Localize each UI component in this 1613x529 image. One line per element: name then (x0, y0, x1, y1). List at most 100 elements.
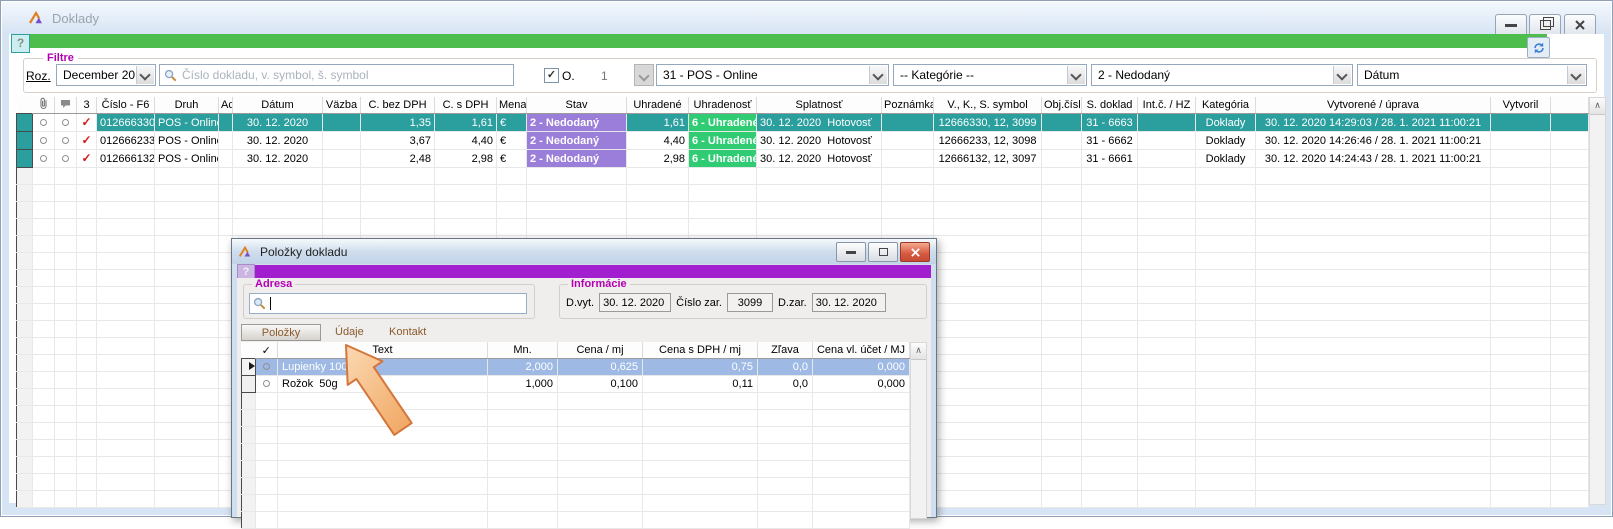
col-cena[interactable]: Cena / mj (558, 342, 643, 359)
cell-druh: POS - Online (155, 132, 219, 150)
scroll-up-button[interactable]: ∧ (1590, 98, 1605, 115)
status-dropdown-button[interactable] (1333, 66, 1351, 84)
col-cena-dph[interactable]: Cena s DPH / mj (643, 342, 758, 359)
d-vyt-label: D.vyt. (566, 297, 594, 309)
col-text[interactable]: Text (278, 342, 488, 359)
cislo-zar-field[interactable]: 3099 (727, 293, 773, 312)
col-druh[interactable]: Druh (155, 97, 219, 114)
table-row[interactable]: ✓ 012666132 POS - Online 30. 12. 2020 2,… (17, 150, 1589, 168)
item-row-selected[interactable]: Lupienky 100g 2,000 0,625 0,75 0,0 0,000 (242, 359, 910, 376)
cell-uhradene: 1,61 (627, 114, 689, 132)
items-check-header[interactable]: ✓ (256, 342, 278, 359)
cell-cislo: 012666132 (97, 150, 155, 168)
doc-type-dropdown-button[interactable] (869, 66, 887, 84)
date-select[interactable]: Dátum (1357, 64, 1587, 86)
col-cislo[interactable]: Číslo - F6 (97, 97, 155, 114)
col-uhradenost[interactable]: Uhradenosť (689, 97, 757, 114)
col-stav[interactable]: Stav (527, 97, 627, 114)
scroll-up-button[interactable]: ∧ (911, 343, 926, 360)
col-vytvorene[interactable]: Vytvorené / úprava (1256, 97, 1491, 114)
item-dot-icon (263, 380, 270, 387)
dialog-title: Položky dokladu (260, 245, 347, 259)
adresa-search-input[interactable] (249, 293, 527, 314)
col-mn[interactable]: Mn. (488, 342, 558, 359)
col-vytvoril[interactable]: Vytvoril (1491, 97, 1551, 114)
dialog-minimize-button[interactable] (836, 242, 866, 262)
doc-type-value: 31 - POS - Online (663, 65, 868, 85)
col-datum[interactable]: Dátum (233, 97, 323, 114)
empty-row (17, 168, 1589, 185)
roz-label[interactable]: Roz. (26, 69, 51, 83)
d-vyt-field[interactable]: 30. 12. 2020 (599, 293, 671, 312)
cell-vytvorene: 30. 12. 2020 14:24:43 / 28. 1. 2021 11:0… (1256, 150, 1491, 168)
comment-column-header[interactable] (55, 97, 77, 114)
paperclip-icon (39, 97, 48, 110)
category-select[interactable]: -- Kategórie -- (893, 64, 1087, 86)
tab-udaje[interactable]: Údaje (335, 326, 364, 338)
attachment-column-header[interactable] (33, 97, 55, 114)
col-cs[interactable]: C. s DPH (435, 97, 497, 114)
cell-vks: 12666233, 12, 3098 (934, 132, 1042, 150)
period-dropdown-button[interactable] (136, 66, 154, 84)
col-vks[interactable]: V., K., S. symbol (934, 97, 1042, 114)
items-dialog: Položky dokladu ? Adresa (231, 238, 937, 518)
col-ad[interactable]: Ac (219, 97, 233, 114)
col-sdoklad[interactable]: S. doklad (1082, 97, 1138, 114)
empty-row (242, 427, 910, 444)
col-vl-ucet[interactable]: Cena vl. účet / MJ (813, 342, 910, 359)
item-row[interactable]: Rožok 50g 1,000 0,100 0,11 0,0 0,000 (242, 376, 910, 393)
close-icon (1575, 20, 1585, 30)
category-dropdown-button[interactable] (1067, 66, 1085, 84)
cell-cbez: 3,67 (361, 132, 435, 150)
dialog-close-button[interactable] (900, 242, 930, 262)
cell-druh: POS - Online (155, 114, 219, 132)
status-select[interactable]: 2 - Nedodaný (1091, 64, 1353, 86)
col-3[interactable]: 3 (77, 97, 97, 114)
table-row[interactable]: ✓ 012666233 POS - Online 30. 12. 2020 3,… (17, 132, 1589, 150)
col-obj[interactable]: Obj.číslo (1042, 97, 1082, 114)
search-input[interactable]: Číslo dokladu, v. symbol, š. symbol (159, 64, 514, 86)
col-uhradene[interactable]: Uhradené (627, 97, 689, 114)
attachment-dot-icon (40, 155, 47, 162)
empty-row (242, 410, 910, 427)
col-zlava[interactable]: Zľava (758, 342, 813, 359)
col-vazba[interactable]: Väzba (323, 97, 361, 114)
green-toolbar (13, 34, 1547, 48)
main-scrollbar[interactable]: ∧ (1589, 97, 1606, 505)
chevron-down-icon (1336, 69, 1347, 80)
window-frame-left (2, 34, 9, 515)
cell-vytvorene: 30. 12. 2020 14:29:03 / 28. 1. 2021 11:0… (1256, 114, 1491, 132)
items-scrollbar[interactable]: ∧ (910, 342, 927, 519)
minimize-button[interactable] (1495, 14, 1527, 36)
refresh-button[interactable] (1527, 37, 1550, 58)
help-icon[interactable]: ? (11, 34, 30, 53)
col-kategoria[interactable]: Kategória (1196, 97, 1256, 114)
tab-kontakt[interactable]: Kontakt (389, 326, 426, 338)
item-dot-icon (263, 363, 270, 370)
table-row-selected[interactable]: ✓ 012666330 POS - Online 30. 12. 2020 1,… (17, 114, 1589, 132)
o-label: O. (562, 69, 575, 83)
col-poznamka[interactable]: Poznámka (882, 97, 934, 114)
chevron-down-icon (872, 69, 883, 80)
paid-badge: 6 - Uhradené (689, 150, 757, 168)
cell-cena-dph: 0,75 (643, 359, 758, 376)
date-dropdown-button[interactable] (1567, 66, 1585, 84)
tab-polozky[interactable]: Položky (241, 324, 321, 341)
cell-zlava: 0,0 (758, 376, 813, 393)
cell-datum: 30. 12. 2020 (233, 132, 323, 150)
col-splatnost[interactable]: Splatnosť (757, 97, 882, 114)
maximize-icon (879, 248, 888, 256)
app-icon (28, 10, 44, 26)
d-zar-field[interactable]: 30. 12. 2020 (812, 293, 886, 312)
col-mena[interactable]: Mena (497, 97, 527, 114)
period-select[interactable]: December 20 (56, 64, 156, 86)
col-cbez[interactable]: C. bez DPH (361, 97, 435, 114)
o-value: 1 (601, 69, 608, 83)
close-button[interactable] (1564, 14, 1596, 36)
dialog-maximize-button[interactable] (868, 242, 898, 262)
doc-type-select[interactable]: 31 - POS - Online (656, 64, 889, 86)
restore-button[interactable] (1529, 14, 1561, 36)
checked-icon: ✓ (81, 133, 91, 147)
col-intc[interactable]: Int.č. / HZ (1138, 97, 1196, 114)
o-checkbox[interactable]: ✓ (544, 68, 559, 83)
